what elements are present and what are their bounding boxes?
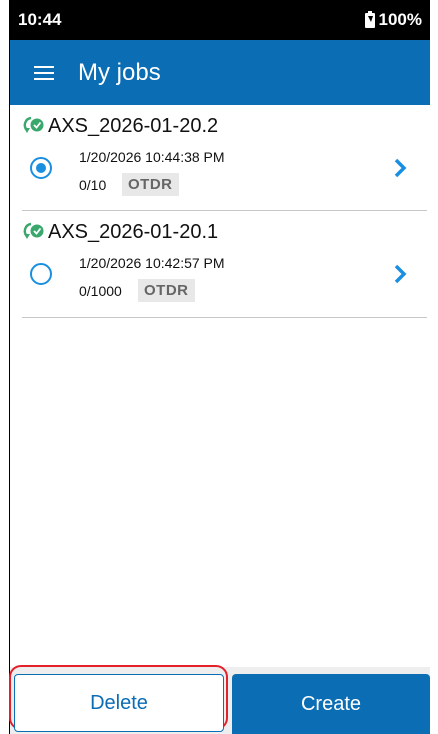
job-date: 1/20/2026 10:42:57 PM [79,255,225,271]
sync-check-icon [23,222,44,239]
job-name: AXS_2026-01-20.1 [48,221,219,243]
right-edge [430,0,438,734]
screen: 10:44 100% My jobs AXS_2026-01-20.2 1/20… [0,0,438,734]
job-radio[interactable] [30,263,52,285]
chevron-right-icon[interactable] [393,263,407,285]
menu-icon[interactable] [34,65,54,80]
job-type-badge: OTDR [138,279,195,302]
job-name: AXS_2026-01-20.2 [48,115,219,137]
status-battery-group: 100% [364,10,422,30]
left-edge [0,0,10,734]
job-type-badge: OTDR [122,173,179,196]
job-count: 0/10 [79,177,107,193]
create-button[interactable]: Create [232,674,430,734]
chevron-right-icon[interactable] [393,157,407,179]
sync-check-icon [23,116,44,133]
job-row[interactable]: AXS_2026-01-20.2 1/20/2026 10:44:38 PM 0… [22,105,427,211]
job-row[interactable]: AXS_2026-01-20.1 1/20/2026 10:42:57 PM 0… [22,211,427,318]
battery-percent: 100% [378,10,422,29]
job-radio[interactable] [30,157,52,179]
page-title: My jobs [78,58,161,86]
job-count: 0/1000 [79,283,122,299]
app-bar: My jobs [10,40,430,105]
job-list: AXS_2026-01-20.2 1/20/2026 10:44:38 PM 0… [10,105,430,667]
delete-button[interactable]: Delete [14,674,224,732]
battery-charging-icon [364,10,375,28]
status-bar: 10:44 100% [10,0,430,40]
bottom-action-bar: Delete Create [9,665,430,734]
job-date: 1/20/2026 10:44:38 PM [79,149,225,165]
status-time: 10:44 [18,10,62,29]
